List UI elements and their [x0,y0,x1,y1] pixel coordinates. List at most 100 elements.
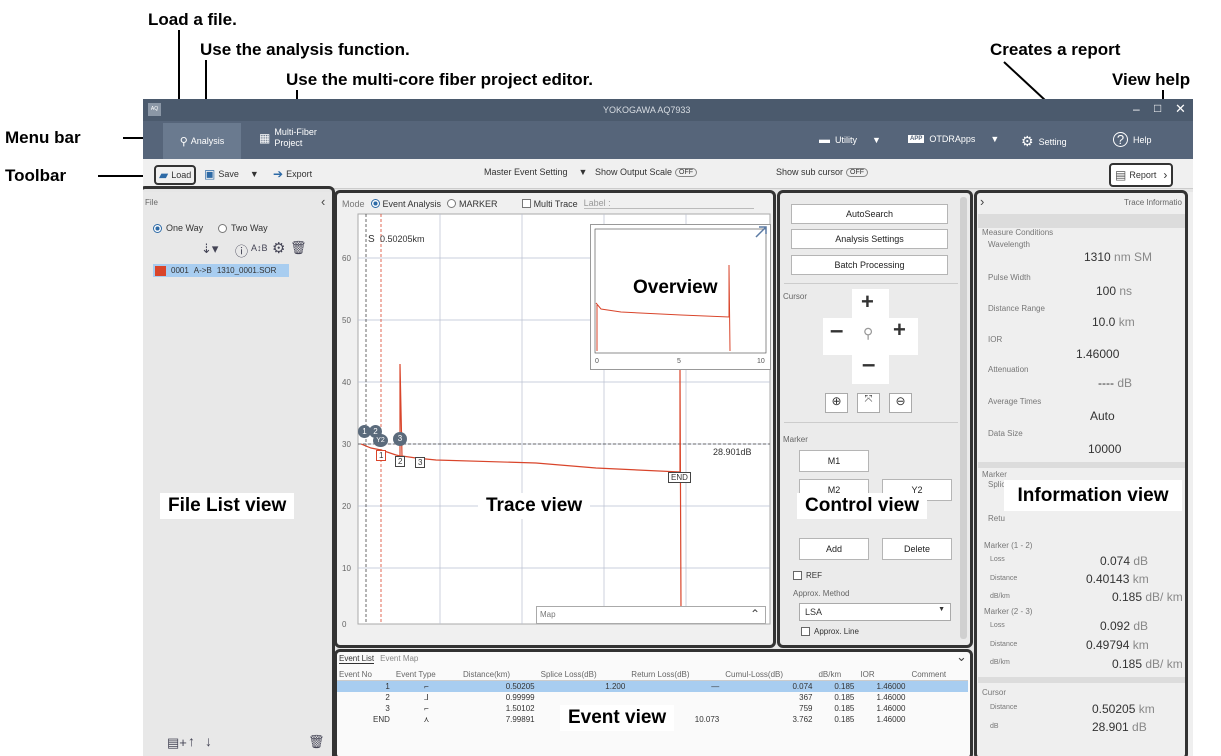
two-way-radio[interactable]: Two Way [218,223,268,233]
expand-right-icon[interactable]: › [980,194,984,209]
chevron-up-icon[interactable]: ⌃ [750,607,760,621]
ref-checkbox[interactable]: REF [793,571,822,580]
marker-2-3-label: Marker (2 - 3) [984,607,1033,616]
table-cell [908,714,968,725]
table-cell: 3 [385,704,390,713]
zoom-out-icon[interactable]: ⊖ [889,393,912,413]
marker-section-label: Marker [783,435,808,444]
tab-event-list[interactable]: Event List [339,654,375,664]
app-badge-icon: APP [908,135,925,143]
map-bar[interactable]: Map ⌃ [536,606,766,624]
m12-dbkm-value: 0.185 dB/ km [1112,590,1183,604]
table-header[interactable]: Cumul-Loss(dB) [722,669,816,681]
load-button[interactable]: ▰ Load [154,165,197,185]
approx-method-select[interactable]: LSA ▼ [799,603,951,621]
autosearch-button[interactable]: AutoSearch [791,204,948,224]
multifiber-icon: ▦ [259,131,271,145]
table-cell: 0.185 [834,682,855,691]
minimize-icon[interactable]: – [1133,102,1140,116]
zoom-in-icon[interactable]: ⊕ [825,393,848,413]
approx-line-checkbox[interactable]: Approx. Line [801,627,859,636]
add-button[interactable]: Add [799,538,869,560]
add-file-icon[interactable]: ▤+ [167,735,187,751]
menu-bar: ⚲ Analysis ▦ Multi-Fiber Project ▬ Utility… [143,121,1193,159]
delete-all-icon[interactable]: 🗑 [290,240,307,256]
delete-button[interactable]: Delete [882,538,952,560]
chevron-down-icon: ▼ [249,169,259,179]
event-box-2[interactable]: 2 [395,456,406,467]
label-field[interactable]: Label : [583,198,754,209]
master-event-setting-button[interactable]: Master Event Setting ▼ [484,167,587,177]
information-view-label: Information view [1004,480,1182,511]
analysis-icon: ⚲ [179,135,188,148]
multi-trace-checkbox[interactable]: Multi Trace [521,199,578,209]
menu-help[interactable]: ? Help [1113,132,1152,147]
menu-otdrapps[interactable]: APP OTDRApps ▼ [908,134,999,144]
control-scrollbar[interactable] [960,197,967,639]
file-row[interactable]: 0001 A->B 1310_0001.SOR [153,264,289,277]
marker-radio[interactable]: MARKER [447,199,498,209]
table-header[interactable]: Distance(km) [459,669,538,681]
plus-icon[interactable]: + [893,317,906,343]
distance-range-value: 10.0 km [1092,315,1135,329]
event-analysis-radio[interactable]: Event Analysis [370,199,441,209]
menu-setting[interactable]: ⚙ Setting [1021,133,1067,150]
plus-icon[interactable]: + [861,289,874,315]
export-button[interactable]: ➔ Export [273,167,312,181]
table-cell [628,692,722,703]
tab-event-map[interactable]: Event Map [380,654,418,664]
rename-icon[interactable]: A↕B [251,243,268,253]
fit-icon[interactable]: ⤧ [857,393,880,413]
show-sub-cursor-toggle[interactable]: Show sub cursor OFF [776,167,869,177]
table-header[interactable]: Return Loss(dB) [628,669,723,681]
one-way-label: One Way [166,223,204,233]
application-window: AQ YOKOGAWA AQ7933 – □ ✕ ⚲ Analysis ▦ Mu… [143,99,1193,756]
report-button[interactable]: ▤ Report › [1109,163,1174,187]
batch-processing-button[interactable]: Batch Processing [791,255,948,275]
maximize-icon[interactable]: □ [1154,101,1161,115]
one-way-radio[interactable]: One Way [153,223,203,233]
menu-multifiber[interactable]: ▦ Multi-Fiber Project [259,127,317,149]
move-up-icon[interactable]: ↑ [188,733,195,749]
sort-icon[interactable]: ⇣▾ [201,241,218,257]
close-icon[interactable]: ✕ [1175,101,1186,117]
table-header[interactable]: dB/km [815,669,858,681]
show-output-scale-label: Show Output Scale [595,167,673,177]
file-row-number: 0001 [171,266,189,275]
menu-setting-label: Setting [1038,136,1067,147]
save-button[interactable]: ▣ Save ▼ [204,167,259,181]
minus-icon[interactable]: – [862,351,875,379]
table-header[interactable]: Event Type [392,669,460,681]
end-event-box[interactable]: END [668,472,691,483]
m1-button[interactable]: M1 [799,450,869,472]
analysis-settings-button[interactable]: Analysis Settings [791,229,948,249]
trace-view: Mode Event Analysis MARKER Multi Trace L… [336,192,774,646]
cursor-pad: + – ⚲ + – [823,289,918,384]
show-output-scale-toggle[interactable]: Show Output Scale OFF [595,167,698,177]
table-header[interactable]: Splice Loss(dB) [537,669,629,681]
wavelength-value: 1310 nm SM [1084,250,1153,264]
data-size-label: Data Size [988,429,1023,438]
move-down-icon[interactable]: ↓ [205,733,212,749]
info-icon[interactable]: ⓘ [235,241,248,260]
table-header[interactable]: IOR [857,669,909,681]
trash-icon[interactable]: 🗑 [308,734,325,750]
event-box-1[interactable]: 1 [376,450,387,461]
collapse-icon[interactable]: ⌄ [956,649,967,665]
gear-icon[interactable]: ⚙ [272,239,285,257]
collapse-left-icon[interactable]: ‹ [321,194,325,209]
m23-distance-value: 0.49794 km [1086,638,1149,652]
title-bar: AQ YOKOGAWA AQ7933 – □ ✕ [143,99,1193,121]
export-icon: ➔ [273,167,284,181]
event-box-3[interactable]: 3 [415,457,426,468]
table-header[interactable]: Comment [908,669,968,681]
minus-icon[interactable]: – [830,317,843,345]
table-row[interactable]: 2 ⅃ 0.99999 367 0.185 1.46000 [336,692,968,703]
marker-y2-badge[interactable]: Y2 [373,434,388,447]
table-row[interactable]: 1 ⌐ 0.50205 1.200 — 0.074 0.185 1.46000 [336,680,968,692]
table-cell [908,692,968,703]
table-header[interactable]: Event No [336,669,393,681]
menu-utility[interactable]: ▬ Utility ▼ [819,134,881,146]
marker-3-badge[interactable]: 3 [393,432,407,446]
menu-analysis[interactable]: ⚲ Analysis [163,123,241,159]
